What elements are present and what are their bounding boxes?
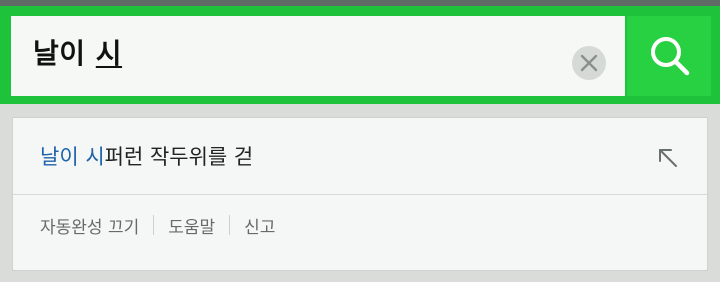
- help-link[interactable]: 도움말: [168, 213, 215, 238]
- autocomplete-off-link[interactable]: 자동완성 끄기: [40, 213, 139, 238]
- separator: [229, 215, 231, 235]
- search-bar: 날이 시: [0, 6, 720, 104]
- search-button[interactable]: [627, 16, 711, 96]
- autocomplete-footer: 자동완성 끄기 도움말 신고: [40, 213, 275, 238]
- suggestion-rest: 퍼런 작두위를 걷: [104, 145, 254, 169]
- autocomplete-panel: 날이 시퍼런 작두위를 걷 자동완성 끄기 도움말 신고: [12, 117, 708, 271]
- query-composing-text: 시: [95, 37, 123, 70]
- search-input[interactable]: 날이 시: [11, 16, 625, 96]
- suggestion-highlight: 날이 시: [40, 145, 105, 169]
- suggestion-text: 날이 시퍼런 작두위를 걷: [40, 143, 253, 171]
- report-link[interactable]: 신고: [244, 213, 275, 238]
- arrow-up-left-icon[interactable]: [656, 146, 680, 170]
- separator: [153, 215, 155, 235]
- query-committed-text: 날이: [33, 37, 96, 70]
- close-icon: [580, 54, 598, 72]
- suggestion-item[interactable]: 날이 시퍼런 작두위를 걷: [13, 118, 707, 194]
- search-query-text: 날이 시: [33, 34, 122, 74]
- clear-button[interactable]: [572, 46, 606, 80]
- search-icon: [651, 37, 690, 76]
- divider: [13, 194, 707, 195]
